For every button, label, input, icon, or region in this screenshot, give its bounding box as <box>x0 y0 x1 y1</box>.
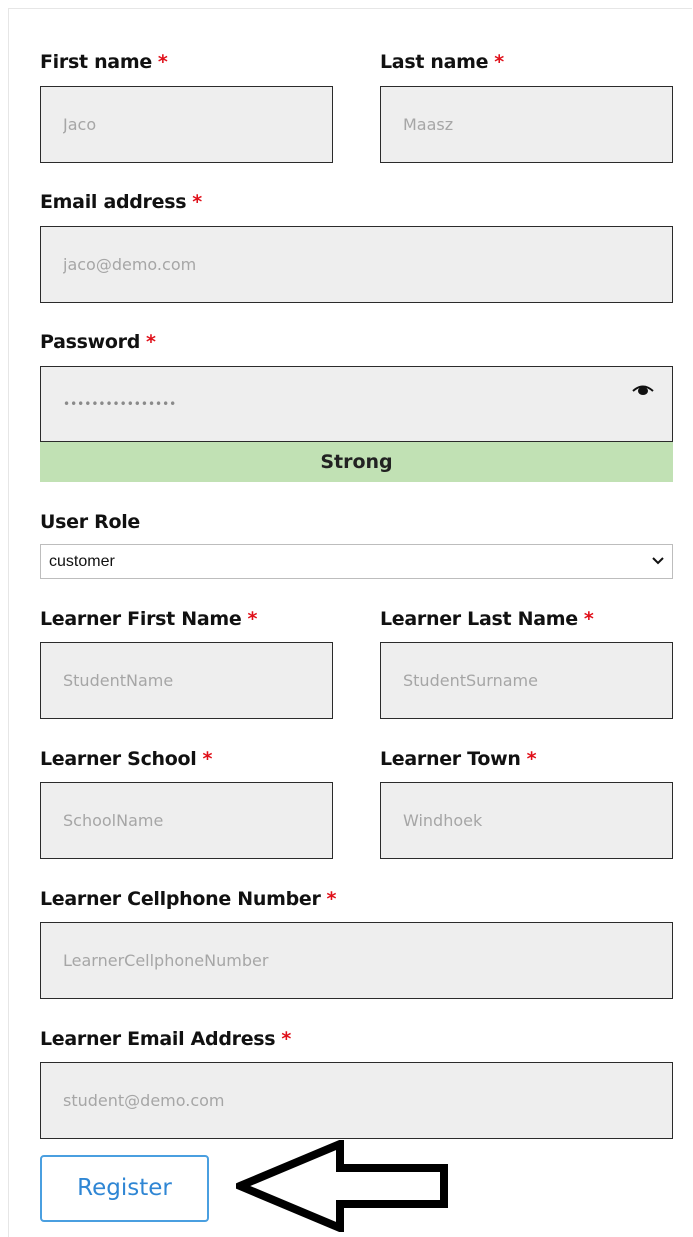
required-mark: * <box>247 608 258 630</box>
learner-last-name-label-text: Learner Last Name <box>380 608 578 630</box>
register-button[interactable]: Register <box>40 1155 209 1222</box>
password-label-text: Password <box>40 331 141 353</box>
left-arrow-icon <box>236 1140 448 1232</box>
required-mark: * <box>583 608 594 630</box>
learner-school-input[interactable] <box>40 782 333 859</box>
learner-first-name-input[interactable] <box>40 642 333 719</box>
learner-cellphone-input[interactable] <box>40 922 673 999</box>
last-name-label-text: Last name <box>380 51 489 73</box>
eye-icon[interactable] <box>632 382 654 398</box>
password-input[interactable]: •••••••••••••••• <box>40 366 673 442</box>
register-button-label: Register <box>77 1175 172 1201</box>
learner-last-name-input[interactable] <box>380 642 673 719</box>
required-mark: * <box>526 748 537 770</box>
required-mark: * <box>326 888 337 910</box>
first-name-label-text: First name <box>40 51 152 73</box>
password-strength-text: Strong <box>320 451 393 473</box>
last-name-label: Last name * <box>380 50 504 74</box>
learner-first-name-label-text: Learner First Name <box>40 608 242 630</box>
first-name-input[interactable] <box>40 86 333 163</box>
learner-town-label: Learner Town * <box>380 747 536 771</box>
learner-school-label: Learner School * <box>40 747 212 771</box>
required-mark: * <box>202 748 213 770</box>
email-label: Email address * <box>40 190 202 214</box>
password-value: •••••••••••••••• <box>63 397 177 411</box>
learner-last-name-label: Learner Last Name * <box>380 607 594 631</box>
learner-email-label-text: Learner Email Address <box>40 1028 276 1050</box>
password-label: Password * <box>40 330 156 354</box>
learner-cellphone-label-text: Learner Cellphone Number <box>40 888 321 910</box>
learner-email-input[interactable] <box>40 1062 673 1139</box>
required-mark: * <box>157 51 168 73</box>
learner-email-label: Learner Email Address * <box>40 1027 291 1051</box>
learner-cellphone-label: Learner Cellphone Number * <box>40 887 336 911</box>
last-name-input[interactable] <box>380 86 673 163</box>
required-mark: * <box>281 1028 291 1050</box>
email-input[interactable] <box>40 226 673 303</box>
learner-school-label-text: Learner School <box>40 748 197 770</box>
first-name-label: First name * <box>40 50 168 74</box>
required-mark: * <box>494 51 504 73</box>
required-mark: * <box>192 191 202 213</box>
learner-town-label-text: Learner Town <box>380 748 521 770</box>
user-role-select[interactable]: customer <box>40 544 673 579</box>
user-role-label-text: User Role <box>40 511 140 533</box>
chevron-down-icon <box>652 557 664 565</box>
password-strength-meter: Strong <box>40 442 673 482</box>
user-role-selected: customer <box>49 553 115 570</box>
required-mark: * <box>146 331 156 353</box>
learner-first-name-label: Learner First Name * <box>40 607 257 631</box>
user-role-label: User Role <box>40 510 140 534</box>
learner-town-input[interactable] <box>380 782 673 859</box>
email-label-text: Email address <box>40 191 187 213</box>
